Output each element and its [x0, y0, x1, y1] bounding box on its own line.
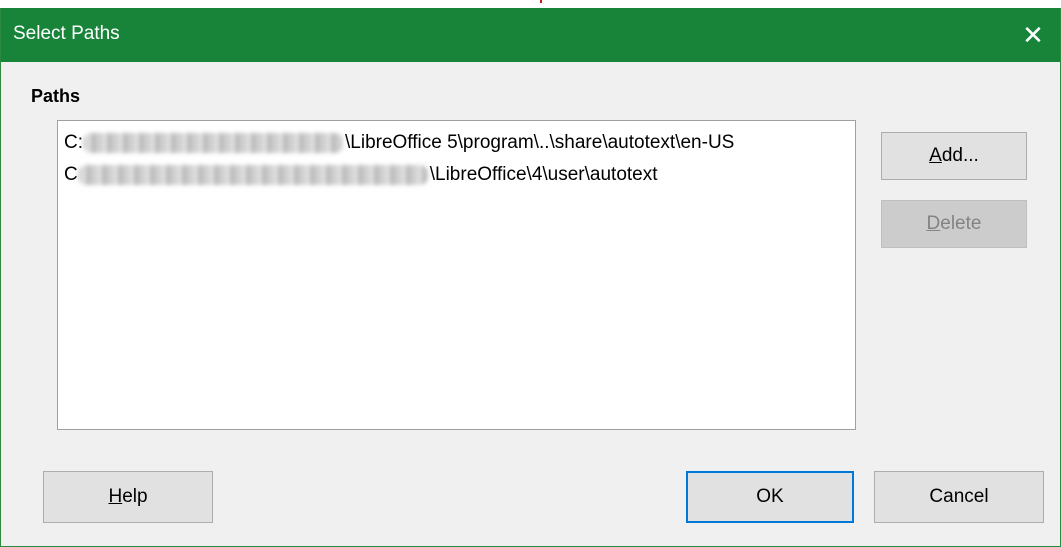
- close-button[interactable]: ✕: [1006, 8, 1060, 62]
- cursor-marker: [540, 0, 542, 3]
- help-button[interactable]: Help: [43, 471, 213, 523]
- dialog-title: Select Paths: [13, 23, 120, 44]
- list-item[interactable]: C: \LibreOffice 5\program\..\share\autote…: [58, 127, 855, 159]
- cancel-button[interactable]: Cancel: [874, 471, 1044, 523]
- add-button[interactable]: Add...: [881, 132, 1027, 180]
- add-mnemonic: A: [929, 145, 942, 166]
- add-label: dd...: [941, 145, 979, 166]
- list-item[interactable]: C \LibreOffice\4\user\autotext: [58, 159, 855, 191]
- path-text: \LibreOffice\4\user\autotext: [429, 164, 658, 185]
- help-label: elp: [122, 486, 148, 507]
- redacted-text: [77, 164, 428, 185]
- delete-button[interactable]: Delete: [881, 200, 1027, 248]
- select-paths-dialog: Select Paths ✕ Paths C: \LibreOffice 5\pr…: [0, 8, 1061, 547]
- paths-listbox[interactable]: C: \LibreOffice 5\program\..\share\autote…: [57, 120, 856, 430]
- delete-mnemonic: D: [926, 213, 941, 234]
- path-text: \LibreOffice 5\program\..\share\autotext…: [345, 132, 735, 153]
- delete-label: elete: [940, 213, 982, 234]
- paths-section-label: Paths: [31, 86, 81, 106]
- path-prefix: C: [64, 164, 78, 185]
- redacted-text: [83, 132, 343, 153]
- title-bar[interactable]: Select Paths ✕: [1, 8, 1060, 62]
- help-mnemonic: H: [108, 486, 123, 507]
- close-icon: ✕: [1022, 19, 1044, 50]
- path-prefix: C:: [64, 132, 83, 153]
- ok-button[interactable]: OK: [686, 471, 854, 523]
